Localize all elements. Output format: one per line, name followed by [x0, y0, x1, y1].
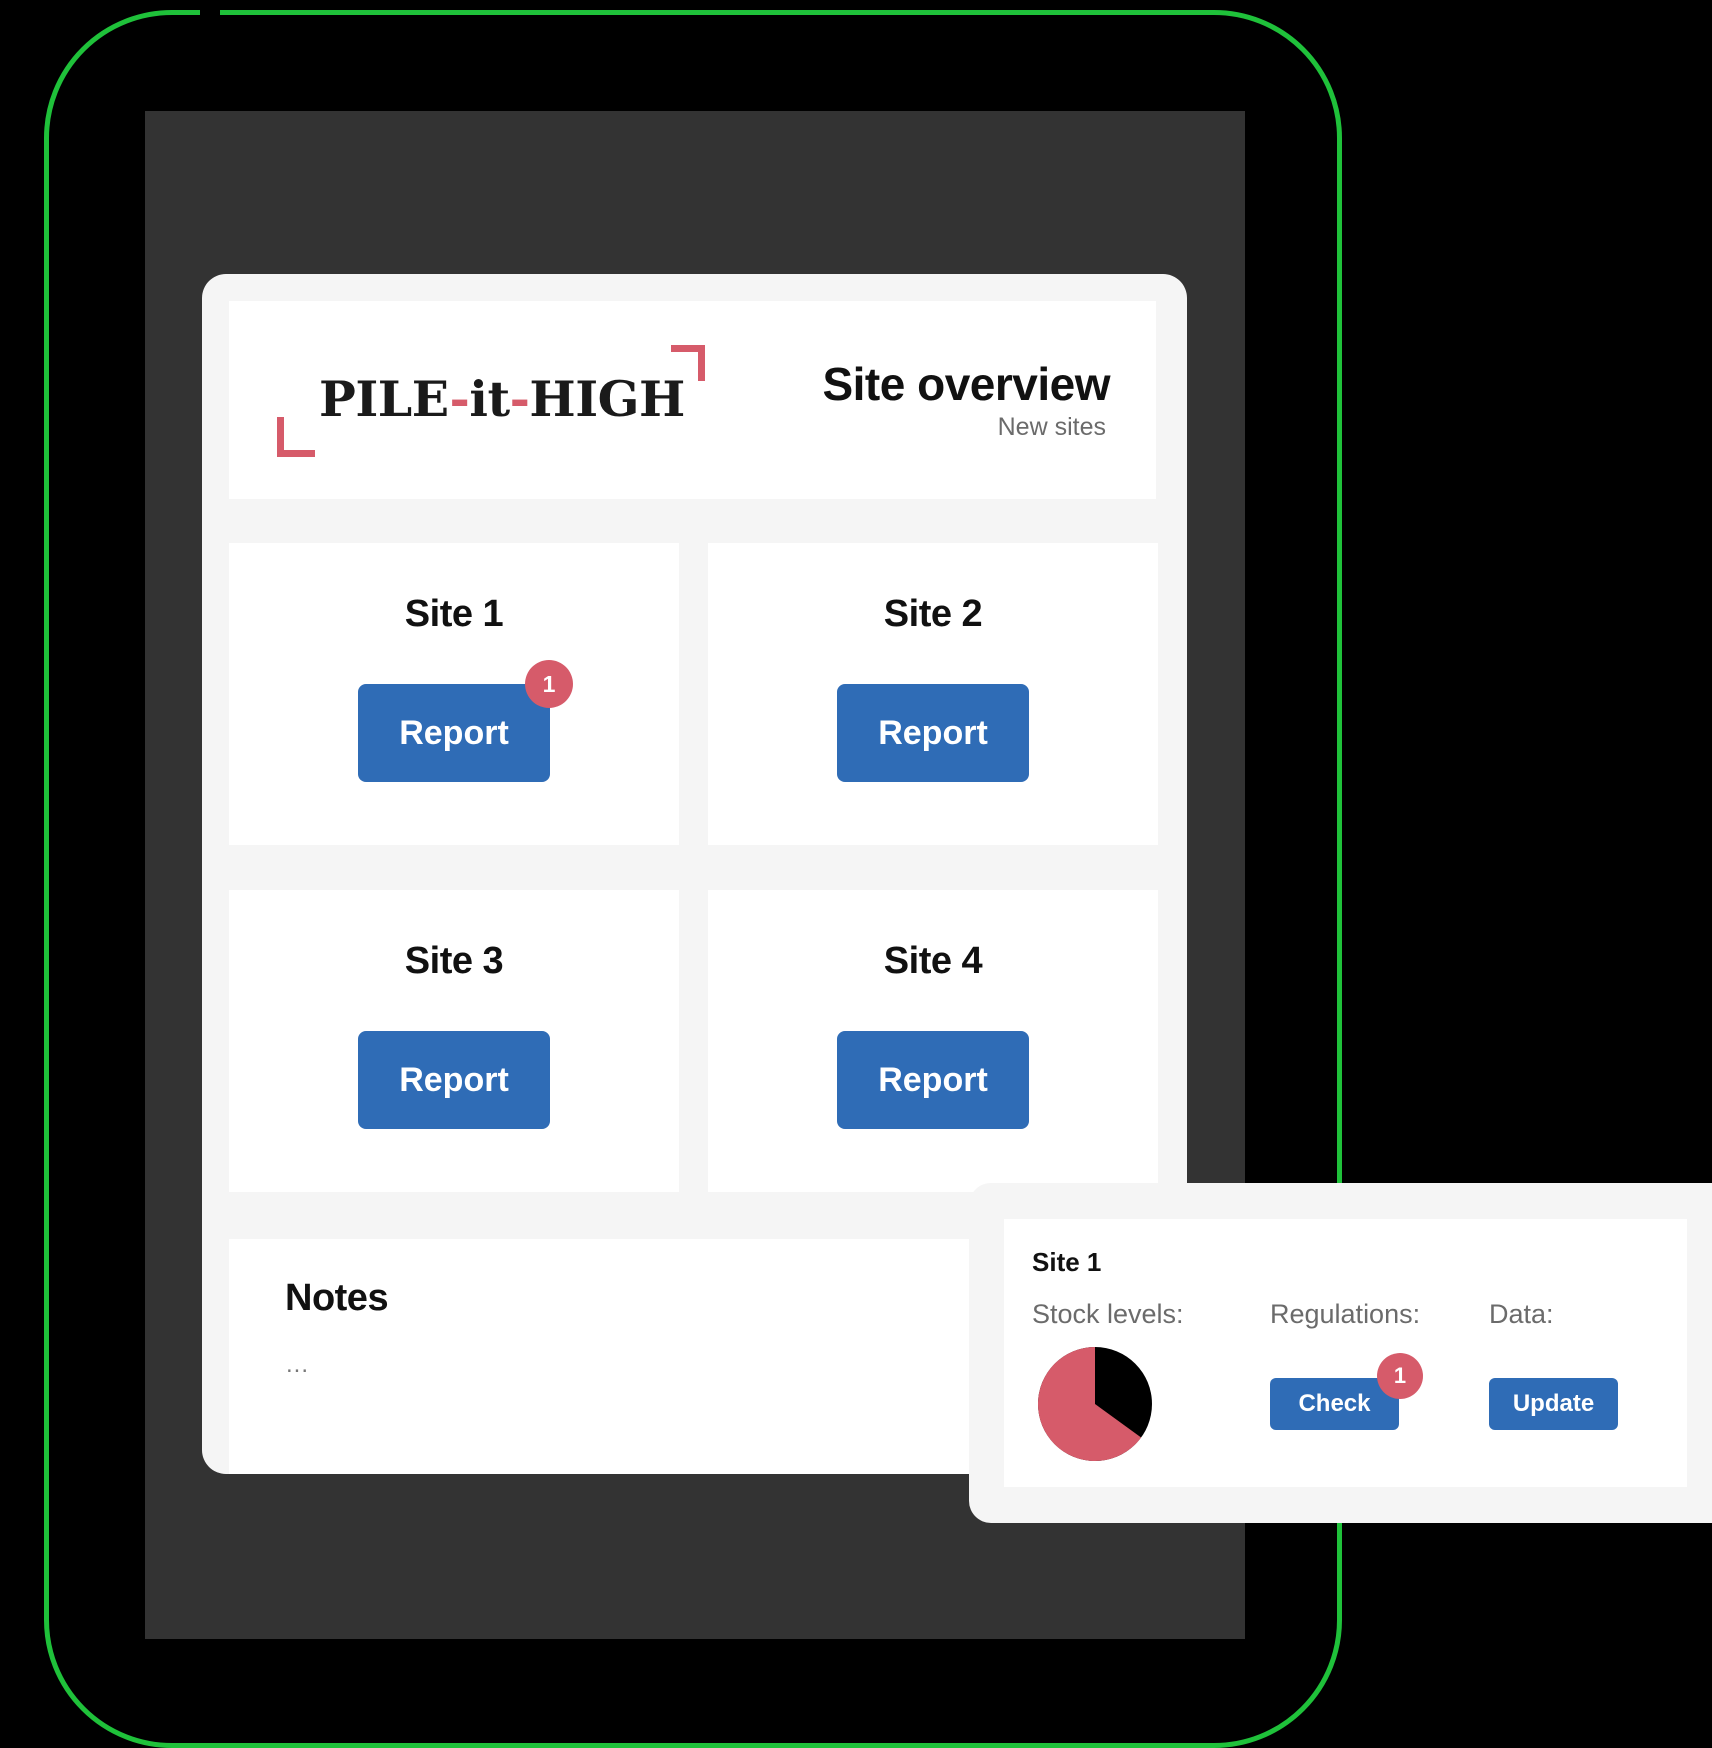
notes-title: Notes — [285, 1277, 389, 1319]
logo-word-high: HIGH — [529, 370, 685, 428]
site-title: Site 3 — [404, 940, 504, 982]
logo-corner-bottom-left — [277, 417, 315, 457]
stock-levels-label: Stock levels: — [1032, 1299, 1184, 1329]
site-title: Site 2 — [883, 593, 983, 635]
site-1-report-button[interactable]: Report — [358, 684, 550, 782]
site-2-report-button[interactable]: Report — [837, 684, 1029, 782]
logo-text: PILE-it-HIGH — [319, 375, 685, 424]
regulations-label: Regulations: — [1270, 1299, 1421, 1329]
logo-word-pile: PILE — [319, 370, 450, 428]
site-card-4: Site 4 Report — [708, 890, 1158, 1192]
notification-badge: 1 — [525, 660, 573, 708]
popup-title: Site 1 — [1032, 1247, 1102, 1277]
header-panel: PILE-it-HIGH Site overview New sites — [229, 301, 1156, 499]
notes-body[interactable]: ... — [286, 1351, 309, 1379]
site-title: Site 4 — [883, 940, 983, 982]
site-detail-popup: Site 1 Stock levels: Regulations: Data: … — [969, 1183, 1712, 1523]
page-subtitle: New sites — [997, 413, 1106, 441]
site-title: Site 1 — [404, 593, 504, 635]
notification-badge: 1 — [1377, 1353, 1423, 1399]
site-card-1: Site 1 Report 1 — [229, 543, 679, 845]
site-4-report-button[interactable]: Report — [837, 1031, 1029, 1129]
pile-it-high-logo: PILE-it-HIGH — [277, 345, 707, 457]
data-label: Data: — [1489, 1299, 1554, 1329]
update-button[interactable]: Update — [1489, 1378, 1618, 1430]
popup-content: Site 1 Stock levels: Regulations: Data: … — [1004, 1219, 1687, 1487]
frame-gap — [200, 8, 220, 17]
logo-word-it: it — [469, 370, 510, 428]
site-3-report-button[interactable]: Report — [358, 1031, 550, 1129]
logo-dash-2: - — [509, 370, 530, 428]
site-card-2: Site 2 Report — [708, 543, 1158, 845]
stock-levels-pie-chart — [1038, 1347, 1152, 1461]
logo-dash-1: - — [449, 370, 470, 428]
site-card-3: Site 3 Report — [229, 890, 679, 1192]
page-title: Site overview — [822, 358, 1110, 410]
